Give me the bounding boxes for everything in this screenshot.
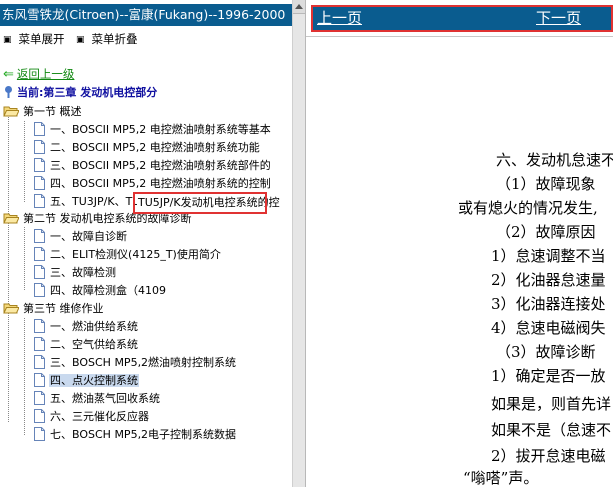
document-icon bbox=[34, 194, 45, 208]
doc-line: 如果是，则首先详 bbox=[491, 395, 612, 413]
pane-splitter-scrollbar[interactable] bbox=[292, 0, 306, 487]
document-icon bbox=[34, 373, 45, 387]
tree-item[interactable]: 一、BOSCII MP5,2 电控燃油喷射系统等基本 bbox=[33, 121, 272, 138]
menu-collapse-icon: ▣ bbox=[76, 35, 85, 45]
tree-item-selected[interactable]: 四、点火控制系统 bbox=[33, 372, 139, 389]
tree-item[interactable]: 一、故障自诊断 bbox=[33, 228, 128, 245]
tree-item[interactable]: 三、故障检测 bbox=[33, 264, 117, 281]
doc-line: 如果不是（怠速不 bbox=[491, 421, 612, 439]
tree-item[interactable]: 二、空气供给系统 bbox=[33, 336, 139, 353]
document-icon bbox=[34, 391, 45, 405]
folder-open-icon bbox=[3, 303, 19, 314]
tree-item-label: 三、故障检测 bbox=[50, 266, 116, 279]
tree-item-label: 四、故障检测盒（4109 bbox=[50, 284, 166, 297]
document-icon bbox=[34, 265, 45, 279]
document-icon bbox=[34, 319, 45, 333]
doc-line: 2）化油器怠速量 bbox=[491, 271, 606, 289]
tree-item-label: 四、BOSCII MP5,2 电控燃油喷射系统的控制 bbox=[50, 177, 271, 190]
document-icon bbox=[34, 140, 45, 154]
tree-item[interactable]: 五、燃油蒸气回收系统 bbox=[33, 390, 161, 407]
document-icon bbox=[34, 409, 45, 423]
tree-section-label: 第二节 发动机电控系统的故障诊断 bbox=[23, 212, 192, 225]
document-icon bbox=[34, 355, 45, 369]
doc-line: 2）拔开怠速电磁 bbox=[491, 447, 606, 465]
doc-line: （1）故障现象 bbox=[496, 175, 596, 193]
tree-section-label: 第一节 概述 bbox=[23, 105, 82, 118]
tree-item[interactable]: 六、三元催化反应器 bbox=[33, 408, 150, 425]
scroll-up-button[interactable] bbox=[293, 0, 305, 14]
tree-section-label: 第三节 维修作业 bbox=[23, 302, 104, 315]
next-page-link[interactable]: 下一页 bbox=[536, 8, 581, 29]
menu-collapse-label: 菜单折叠 bbox=[91, 32, 138, 46]
doc-line: “嗡嗒”声。 bbox=[463, 469, 539, 487]
tree-item-label: 一、故障自诊断 bbox=[50, 230, 127, 243]
doc-line: 3）化油器连接处 bbox=[491, 295, 606, 313]
divider bbox=[306, 36, 613, 37]
tree-connector bbox=[24, 121, 25, 202]
back-link-label: 返回上一级 bbox=[16, 67, 75, 81]
doc-line: （2）故障原因 bbox=[496, 223, 596, 241]
tree-item-label: 五、燃油蒸气回收系统 bbox=[50, 392, 160, 405]
document-icon bbox=[34, 337, 45, 351]
tree-connector bbox=[8, 112, 9, 422]
document-icon bbox=[34, 229, 45, 243]
tree-item-label: 一、BOSCII MP5,2 电控燃油喷射系统等基本 bbox=[50, 123, 271, 136]
doc-line: 1）怠速调整不当 bbox=[491, 247, 606, 265]
document-icon bbox=[34, 122, 45, 136]
back-arrow-icon: ⇐ bbox=[3, 67, 14, 82]
tree-item-label: 二、ELIT检测仪(4125_T)使用简介 bbox=[50, 248, 221, 261]
tree-section-1[interactable]: 第一节 概述 bbox=[3, 103, 83, 120]
tree-item[interactable]: 一、燃油供给系统 bbox=[33, 318, 139, 335]
doc-line: 4）怠速电磁阀失 bbox=[491, 319, 606, 337]
document-icon bbox=[34, 158, 45, 172]
tree-item-label: 一、燃油供给系统 bbox=[50, 320, 138, 333]
doc-line: 或有熄火的情况发生, bbox=[458, 199, 598, 217]
tree-connector bbox=[24, 318, 25, 435]
tree-item[interactable]: 七、BOSCH MP5,2电子控制系统数据 bbox=[33, 426, 237, 443]
folder-open-icon bbox=[3, 106, 19, 117]
menu-collapse-button[interactable]: ▣ 菜单折叠 bbox=[76, 30, 138, 49]
tree-item[interactable]: 三、BOSCII MP5,2 电控燃油喷射系统部件的 bbox=[33, 157, 272, 174]
tree-item[interactable]: 二、BOSCII MP5,2 电控燃油喷射系统功能 bbox=[33, 139, 261, 156]
location-pin-icon bbox=[5, 86, 12, 98]
tree-item-label: 二、BOSCII MP5,2 电控燃油喷射系统功能 bbox=[50, 141, 260, 154]
menu-expand-button[interactable]: ▣ 菜单展开 bbox=[3, 30, 65, 49]
tree-item-label: 三、BOSCH MP5,2燃油喷射控制系统 bbox=[50, 356, 237, 369]
tree-item-label: 六、三元催化反应器 bbox=[50, 410, 149, 423]
document-icon bbox=[34, 176, 45, 190]
document-icon bbox=[34, 427, 45, 441]
tree-item[interactable]: 四、BOSCII MP5,2 电控燃油喷射系统的控制 bbox=[33, 175, 272, 192]
document-pane: 上一页 下一页 六、发动机怠速不 （1）故障现象 或有熄火的情况发生, （2）故… bbox=[306, 0, 613, 487]
tree-item[interactable]: 三、BOSCH MP5,2燃油喷射控制系统 bbox=[33, 354, 237, 371]
page-navigation-bar: 上一页 下一页 bbox=[311, 5, 613, 32]
tree-item[interactable]: 二、ELIT检测仪(4125_T)使用简介 bbox=[33, 246, 222, 263]
tree-item-label: 四、点火控制系统 bbox=[49, 374, 139, 387]
tree-item-label: 二、空气供给系统 bbox=[50, 338, 138, 351]
prev-page-link[interactable]: 上一页 bbox=[317, 8, 362, 29]
tree-item-label: 三、BOSCII MP5,2 电控燃油喷射系统部件的 bbox=[50, 159, 271, 172]
navigation-pane: 东风雪铁龙(Citroen)--富康(Fukang)--1996-2000 ▣ 菜… bbox=[0, 0, 292, 487]
tree-section-3[interactable]: 第三节 维修作业 bbox=[3, 300, 105, 317]
tree-section-2[interactable]: 第二节 发动机电控系统的故障诊断 bbox=[3, 210, 193, 227]
doc-line: 1）确定是否一放 bbox=[491, 367, 606, 385]
menu-expand-label: 菜单展开 bbox=[18, 32, 65, 46]
tree-item-label: 七、BOSCH MP5,2电子控制系统数据 bbox=[50, 428, 237, 441]
tree-connector bbox=[24, 227, 25, 290]
doc-heading: 六、发动机怠速不 bbox=[496, 151, 613, 169]
menu-expand-icon: ▣ bbox=[3, 35, 12, 45]
document-icon bbox=[34, 247, 45, 261]
current-location: 当前:第三章 发动机电控部分 bbox=[3, 85, 157, 101]
document-icon bbox=[34, 283, 45, 297]
current-location-label: 当前:第三章 发动机电控部分 bbox=[17, 86, 158, 99]
folder-open-icon bbox=[3, 213, 19, 224]
doc-line: （3）故障诊断 bbox=[496, 343, 596, 361]
hover-tooltip-text: TU5JP/K发动机电控系统的控 bbox=[137, 195, 281, 211]
document-title-bar: 东风雪铁龙(Citroen)--富康(Fukang)--1996-2000 bbox=[0, 4, 292, 26]
arrow-up-icon bbox=[295, 4, 303, 9]
tree-item[interactable]: 四、故障检测盒（4109 bbox=[33, 282, 167, 299]
back-link[interactable]: ⇐ 返回上一级 bbox=[3, 66, 74, 82]
